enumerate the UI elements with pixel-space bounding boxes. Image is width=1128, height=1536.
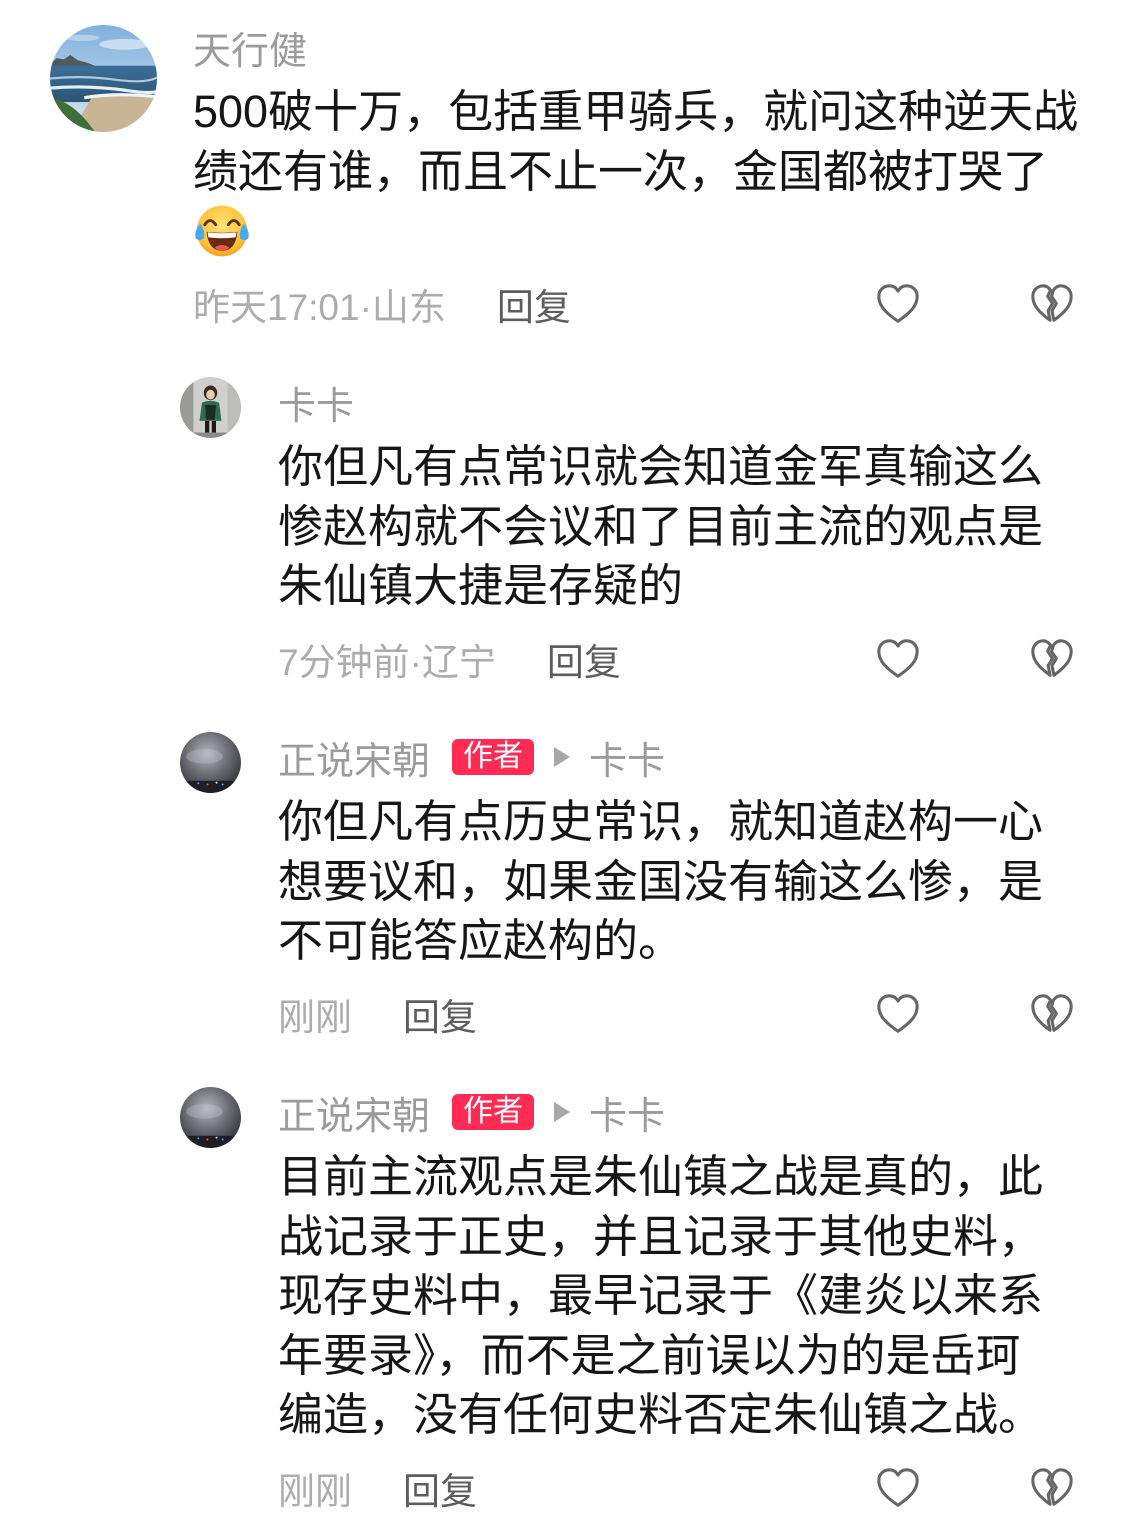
username[interactable]: 正说宋朝 — [278, 730, 430, 785]
comment-text: 目前主流观点是朱仙镇之战是真的，此 战记录于正史，并且记录于其他史料， 现存史料… — [278, 1147, 1128, 1445]
comment-text-line — [193, 201, 1128, 261]
broken-heart-icon — [1031, 994, 1073, 1032]
like-button[interactable] — [875, 1465, 921, 1511]
timestamp-location: 7分钟前·辽宁 — [278, 642, 496, 683]
comment-text-line: 绩还有谁，而且不止一次，金国都被打哭了 — [193, 145, 1049, 197]
heart-icon — [877, 284, 919, 323]
broken-heart-icon — [1031, 639, 1073, 677]
comment-header: 正说宋朝 作者 卡卡 — [278, 1085, 1128, 1140]
heart-icon — [877, 639, 919, 678]
comment-footer: 7分钟前·辽宁 回复 — [278, 629, 1128, 689]
comment-text-line: 你但凡有点常识就会知道金军真输这么 — [278, 441, 1044, 492]
comment-thread: 天行健 500破十万，包括重甲骑兵，就问这种逆天战 绩还有谁，而且不止一次，金国… — [0, 0, 1128, 1536]
reply-to-username[interactable]: 卡卡 — [589, 730, 665, 785]
timestamp-location: 昨天17:01·山东 — [193, 287, 446, 328]
comment-text-line: 想要议和，如果金国没有输这么惨，是 — [278, 855, 1044, 907]
timestamp: 刚刚 — [278, 997, 352, 1038]
reply-item: 正说宋朝 作者 卡卡 你但凡有点历史常识，就知道赵构一心 想要议和，如果金国没有… — [0, 732, 1128, 1044]
reply-item: 卡卡 你但凡有点常识就会知道金军真输这么 惨赵构就不会议和了目前主流的观点是 朱… — [0, 377, 1128, 689]
dislike-button[interactable] — [1029, 281, 1075, 327]
comment-footer: 刚刚 回复 — [278, 1458, 1128, 1518]
timestamp: 刚刚 — [278, 1471, 352, 1512]
comment-text-line: 年要录》，而不是之前误以为的是岳珂 — [278, 1329, 1021, 1381]
comment-text-line: 惨赵构就不会议和了目前主流的观点是 — [278, 500, 1044, 552]
dislike-button[interactable] — [1029, 636, 1075, 682]
like-button[interactable] — [875, 281, 921, 327]
comment-header: 天行健 — [193, 20, 1128, 75]
reply-button[interactable]: 回复 — [403, 1461, 477, 1515]
avatar[interactable] — [180, 1087, 241, 1148]
username[interactable]: 天行健 — [193, 20, 307, 75]
comment-text-line: 不可能答应赵构的。 — [278, 915, 684, 966]
broken-heart-icon — [1031, 284, 1073, 322]
comment-header: 正说宋朝 作者 卡卡 — [278, 730, 1128, 785]
author-badge: 作者 — [452, 739, 535, 775]
heart-icon — [877, 994, 919, 1033]
comment-text-line: 战记录于正史，并且记录于其他史料， — [278, 1210, 1044, 1262]
comment-text-line: 现存史料中，最早记录于《建炎以来系 — [278, 1270, 1044, 1321]
avatar[interactable] — [180, 732, 241, 793]
reply-button[interactable]: 回复 — [497, 277, 571, 331]
avatar[interactable] — [50, 25, 157, 132]
username[interactable]: 卡卡 — [278, 375, 354, 430]
username[interactable]: 正说宋朝 — [278, 1085, 430, 1140]
like-button[interactable] — [875, 636, 921, 682]
comment-text: 你但凡有点常识就会知道金军真输这么 惨赵构就不会议和了目前主流的观点是 朱仙镇大… — [278, 437, 1128, 616]
comment-text: 500破十万，包括重甲骑兵，就问这种逆天战 绩还有谁，而且不止一次，金国都被打哭… — [193, 82, 1128, 261]
comment-footer: 刚刚 回复 — [278, 984, 1128, 1044]
play-triangle-icon — [554, 747, 571, 767]
comment-text-line: 500破十万，包括重甲骑兵，就问这种逆天战 — [193, 86, 1079, 137]
comment-footer: 昨天17:01·山东 回复 — [193, 274, 1128, 334]
comment-item: 天行健 500破十万，包括重甲骑兵，就问这种逆天战 绩还有谁，而且不止一次，金国… — [0, 22, 1128, 334]
comment-text-line: 朱仙镇大捷是存疑的 — [278, 560, 684, 611]
reply-item: 正说宋朝 作者 卡卡 目前主流观点是朱仙镇之战是真的，此 战记录于正史，并且记录… — [0, 1087, 1128, 1518]
reply-button[interactable]: 回复 — [547, 632, 621, 686]
avatar[interactable] — [180, 377, 241, 438]
comment-text: 你但凡有点历史常识，就知道赵构一心 想要议和，如果金国没有输这么惨，是 不可能答… — [278, 792, 1128, 971]
dislike-button[interactable] — [1029, 1465, 1075, 1511]
heart-icon — [877, 1468, 919, 1507]
play-triangle-icon — [554, 1102, 571, 1122]
dislike-button[interactable] — [1029, 991, 1075, 1037]
comment-text-line: 目前主流观点是朱仙镇之战是真的，此 — [278, 1151, 1044, 1202]
reply-button[interactable]: 回复 — [403, 987, 477, 1041]
comment-text-line: 你但凡有点历史常识，就知道赵构一心 — [278, 796, 1044, 847]
broken-heart-icon — [1031, 1468, 1073, 1506]
reply-to-username[interactable]: 卡卡 — [589, 1085, 665, 1140]
face-with-tears-of-joy-emoji — [195, 205, 249, 257]
comment-header: 卡卡 — [278, 375, 1128, 430]
comment-text-line: 编造，没有任何史料否定朱仙镇之战。 — [278, 1389, 1044, 1440]
author-badge: 作者 — [452, 1094, 535, 1130]
like-button[interactable] — [875, 991, 921, 1037]
